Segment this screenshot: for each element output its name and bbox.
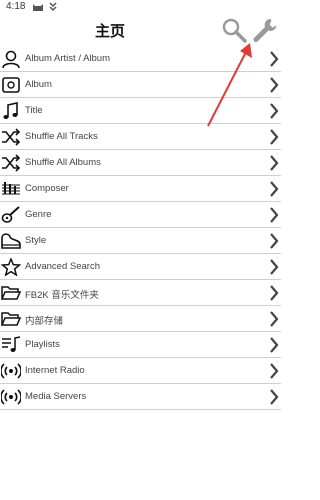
chevron-right-icon	[270, 207, 279, 223]
wrench-icon[interactable]	[250, 16, 278, 44]
menu-item-label: Style	[25, 235, 47, 246]
chevron-right-icon	[270, 51, 279, 67]
chevron-right-icon	[270, 363, 279, 379]
guitar-icon	[1, 206, 20, 223]
menu-item-label: Advanced Search	[25, 261, 100, 272]
chevron-right-icon	[270, 77, 279, 93]
piano-icon	[1, 233, 21, 249]
chevron-right-icon	[270, 181, 279, 197]
folder-icon	[1, 286, 21, 300]
menu-item-label: Shuffle All Albums	[25, 157, 101, 168]
page-title: 主页	[94, 23, 125, 40]
album-icon	[2, 77, 20, 93]
radio-icon	[1, 389, 21, 405]
menu-item-album-artist[interactable]: Album Artist / Album	[0, 46, 281, 72]
menu-item-label: Media Servers	[25, 391, 87, 402]
menu-item-composer[interactable]: Composer	[0, 176, 281, 202]
menu-item-genre[interactable]: Genre	[0, 202, 281, 228]
search-icon[interactable]	[220, 16, 248, 44]
menu-item-advanced-search[interactable]: Advanced Search	[0, 254, 281, 280]
score-icon	[2, 182, 20, 195]
chevron-right-icon	[270, 129, 279, 145]
menu-item-label: Genre	[25, 209, 52, 220]
chevron-right-icon	[270, 285, 279, 301]
playlist-icon	[2, 336, 21, 352]
header: 主页	[0, 14, 281, 46]
menu-item-label: 内部存储	[25, 316, 64, 327]
menu-item-internet-radio[interactable]: Internet Radio	[0, 358, 281, 384]
shuffle-icon	[2, 154, 21, 172]
menu-item-media-servers[interactable]: Media Servers	[0, 384, 281, 410]
menu-item-label: Composer	[25, 183, 69, 194]
menu-item-playlists[interactable]: Playlists	[0, 332, 281, 358]
cat-notification-icon	[33, 4, 43, 11]
folder-icon	[1, 312, 21, 326]
menu-item-label: Internet Radio	[25, 365, 85, 376]
menu-item-shuffle-tracks[interactable]: Shuffle All Tracks	[0, 124, 281, 150]
menu-item-label: Album	[25, 79, 52, 90]
chevron-right-icon	[270, 337, 279, 353]
menu-item-label: Shuffle All Tracks	[25, 131, 98, 142]
chevron-right-icon	[270, 389, 279, 405]
menu-item-label: Playlists	[25, 339, 60, 350]
menu-item-internal-storage[interactable]: 内部存储	[0, 306, 281, 332]
chevron-right-icon	[270, 259, 279, 275]
chevron-right-icon	[270, 155, 279, 171]
status-bar: 4:18	[0, 0, 281, 14]
radio-icon	[1, 363, 21, 379]
menu-item-shuffle-albums[interactable]: Shuffle All Albums	[0, 150, 281, 176]
star-icon	[1, 258, 21, 276]
music-note-icon	[3, 102, 18, 119]
status-time: 4:18	[6, 1, 26, 12]
menu-item-style[interactable]: Style	[0, 228, 281, 254]
menu-item-album[interactable]: Album	[0, 72, 281, 98]
shuffle-icon	[2, 128, 21, 146]
chevron-right-icon	[270, 233, 279, 249]
chevron-right-icon	[270, 311, 279, 327]
menu-item-label: Title	[25, 105, 43, 116]
menu-item-fb2k-folder[interactable]: FB2K 音乐文件夹	[0, 280, 281, 306]
menu-list: Album Artist / Album Album Title Shuffle…	[0, 46, 281, 410]
chevron-right-icon	[270, 103, 279, 119]
menu-item-title[interactable]: Title	[0, 98, 281, 124]
menu-item-label: Album Artist / Album	[25, 53, 111, 64]
download-notification-icon	[49, 2, 57, 12]
menu-item-label: FB2K 音乐文件夹	[25, 290, 99, 301]
person-icon	[2, 50, 20, 68]
